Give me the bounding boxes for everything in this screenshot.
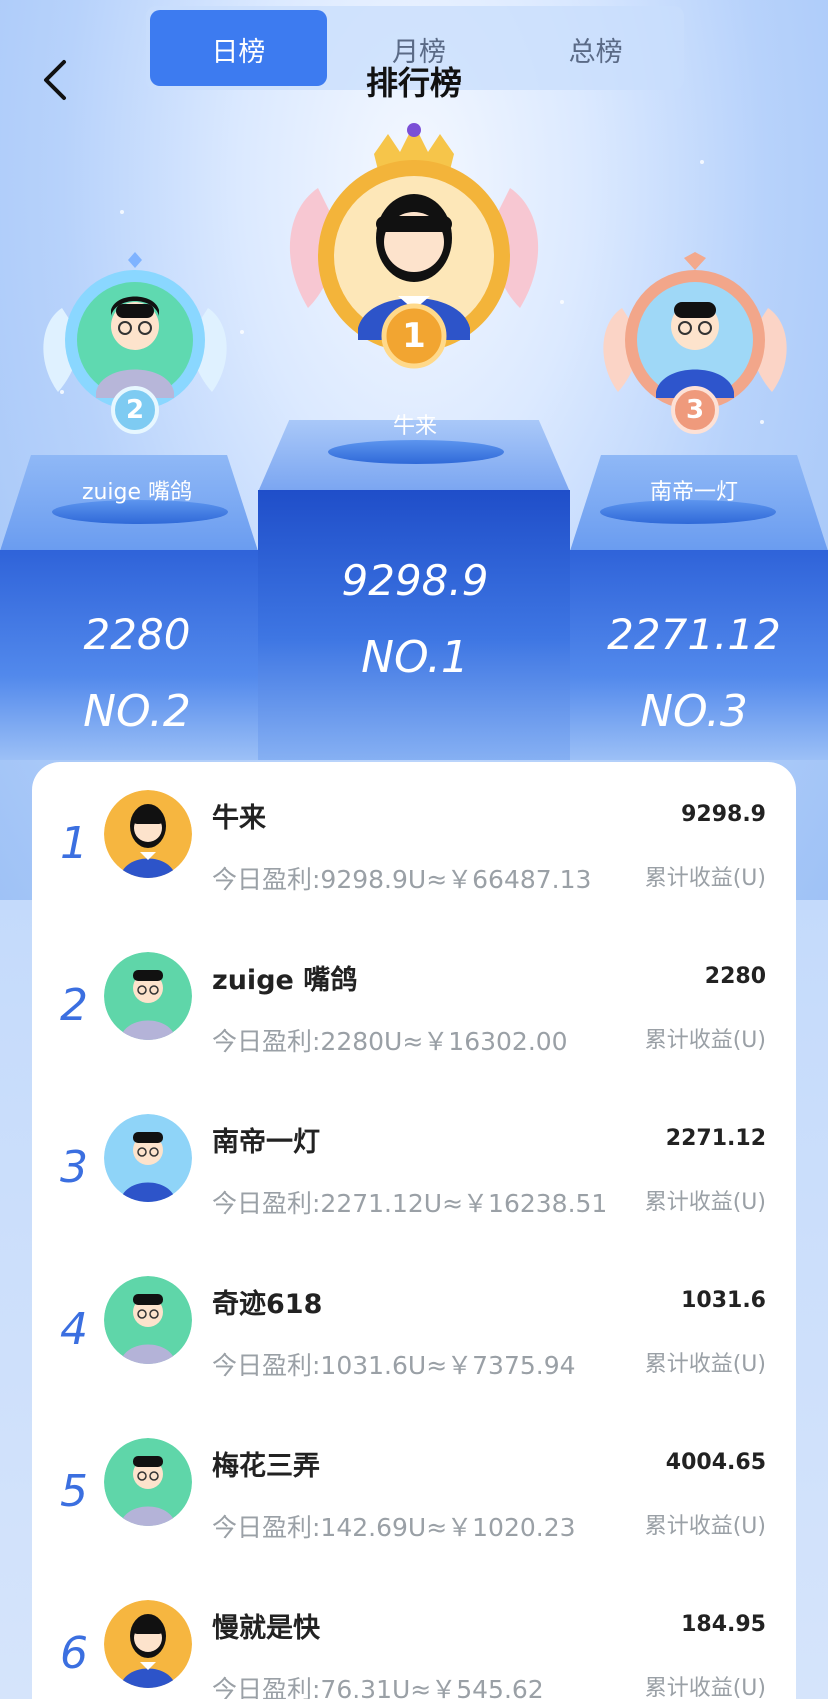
user-name: 牛来: [212, 803, 266, 834]
page-title: 排行榜: [365, 64, 462, 102]
podium-score-second: 2280: [83, 610, 191, 659]
profit-detail: 今日盈利:76.31U≈￥545.62: [212, 1675, 544, 1699]
profit-detail: 今日盈利:1031.6U≈￥7375.94: [212, 1351, 576, 1380]
user-score: 4004.65: [665, 1450, 766, 1475]
boy-blue-avatar-icon: [104, 1114, 192, 1202]
user-score: 2271.12: [665, 1126, 766, 1151]
list-item[interactable]: 3 南帝一灯 2271.12 今日盈利:2271.12U≈￥16238.51 累…: [32, 1102, 796, 1264]
girl-avatar-icon: [104, 790, 192, 878]
girl-avatar-icon: [104, 1600, 192, 1688]
boy-green-avatar-icon: [104, 1438, 192, 1526]
boy-green-avatar-icon: [104, 1276, 192, 1364]
user-name: 奇迹618: [212, 1289, 323, 1320]
medal-third[interactable]: 3: [596, 252, 794, 438]
user-name: 慢就是快: [212, 1613, 320, 1644]
podium-name-second: zuige 嘴鸽: [81, 480, 193, 505]
rank-number: 6: [60, 1628, 88, 1679]
profit-detail: 今日盈利:2280U≈￥16302.00: [212, 1027, 568, 1056]
user-score: 1031.6: [681, 1288, 766, 1313]
list-item[interactable]: 6 慢就是快 184.95 今日盈利:76.31U≈￥545.62 累计收益(U…: [32, 1588, 796, 1699]
podium-name-first: 牛来: [392, 414, 437, 439]
user-score: 2280: [704, 964, 766, 989]
user-score: 9298.9: [681, 802, 766, 827]
sparkle: [120, 210, 124, 214]
list-item[interactable]: 2 zuige 嘴鸽 2280 今日盈利:2280U≈￥16302.00 累计收…: [32, 940, 796, 1102]
cumulative-label: 累计收益(U): [644, 1028, 766, 1053]
rank-badge-3: 3: [685, 395, 705, 425]
medal-second[interactable]: 2: [36, 252, 234, 438]
sparkle: [560, 300, 564, 304]
podium-score-third: 2271.12: [607, 610, 781, 659]
ranking-list: 1 牛来 9298.9 今日盈利:9298.9U≈￥66487.13 累计收益(…: [32, 762, 796, 1699]
user-name: zuige 嘴鸽: [212, 965, 358, 996]
rank-number: 4: [60, 1304, 88, 1355]
cumulative-label: 累计收益(U): [644, 1352, 766, 1377]
rank-badge-1: 1: [402, 316, 426, 356]
list-item[interactable]: 4 奇迹618 1031.6 今日盈利:1031.6U≈￥7375.94 累计收…: [32, 1264, 796, 1426]
profit-detail: 今日盈利:2271.12U≈￥16238.51: [212, 1189, 608, 1218]
podium-first: [258, 490, 570, 760]
profit-detail: 今日盈利:142.69U≈￥1020.23: [212, 1513, 576, 1542]
list-item[interactable]: 1 牛来 9298.9 今日盈利:9298.9U≈￥66487.13 累计收益(…: [32, 778, 796, 940]
cumulative-label: 累计收益(U): [644, 1190, 766, 1215]
user-score: 184.95: [681, 1612, 766, 1637]
rank-number: 2: [60, 980, 88, 1031]
podium-rank-first: NO.1: [361, 632, 469, 683]
podium-disc-first: [328, 440, 504, 464]
cumulative-label: 累计收益(U): [644, 866, 766, 891]
sparkle: [700, 160, 704, 164]
podium-rank-third: NO.3: [640, 686, 748, 737]
user-name: 梅花三弄: [212, 1451, 320, 1482]
profit-detail: 今日盈利:9298.9U≈￥66487.13: [212, 865, 592, 894]
podium-name-third: 南帝一灯: [649, 480, 738, 505]
rank-number: 3: [60, 1142, 88, 1193]
podium-score-first: 9298.9: [341, 556, 489, 605]
list-item[interactable]: 5 梅花三弄 4004.65 今日盈利:142.69U≈￥1020.23 累计收…: [32, 1426, 796, 1588]
rank-badge-2: 2: [125, 395, 145, 425]
podium-rank-second: NO.2: [83, 686, 191, 737]
sparkle: [240, 330, 244, 334]
user-name: 南帝一灯: [212, 1127, 320, 1158]
rank-number: 5: [60, 1466, 88, 1517]
cumulative-label: 累计收益(U): [644, 1514, 766, 1539]
boy-green-avatar-icon: [104, 952, 192, 1040]
rank-number: 1: [60, 818, 88, 869]
cumulative-label: 累计收益(U): [644, 1676, 766, 1699]
medal-first[interactable]: 1: [278, 118, 550, 380]
